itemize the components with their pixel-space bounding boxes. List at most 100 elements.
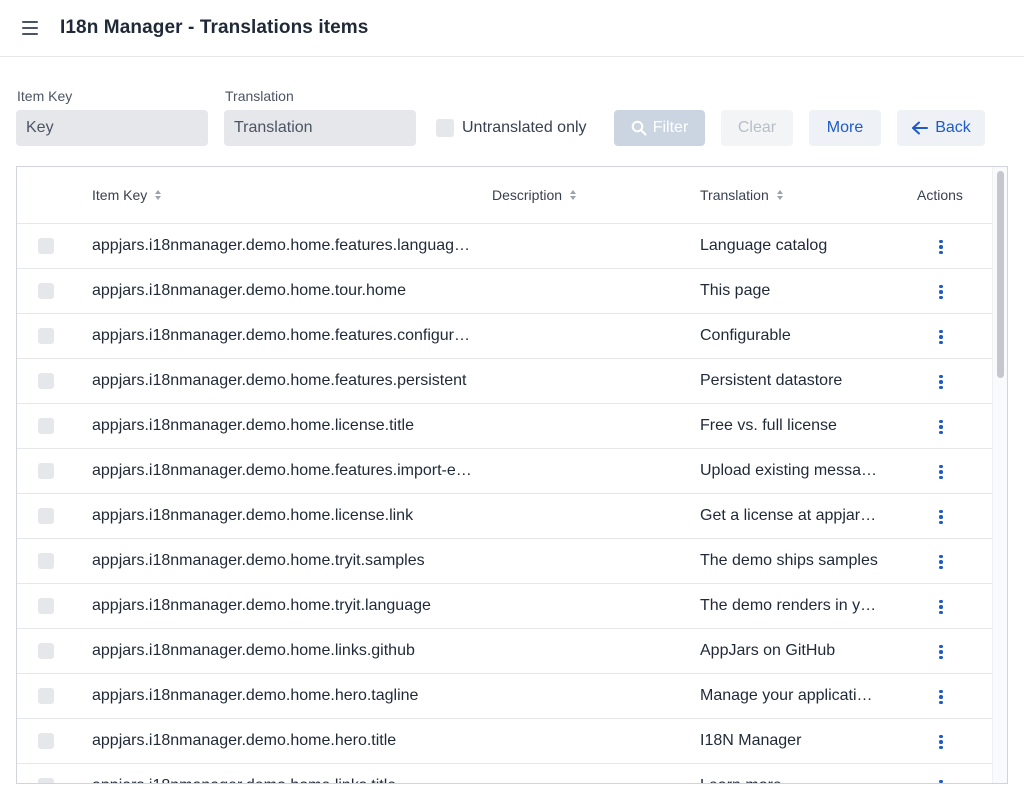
row-translation: The demo renders in your language bbox=[700, 597, 878, 614]
table-row[interactable]: appjars.i18nmanager.demo.home.tryit.lang… bbox=[17, 584, 993, 629]
table-row[interactable]: appjars.i18nmanager.demo.home.links.titl… bbox=[17, 764, 993, 783]
filter-button-label: Filter bbox=[652, 119, 689, 136]
row-item-key: appjars.i18nmanager.demo.home.tour.home bbox=[92, 282, 406, 299]
row-select-checkbox[interactable] bbox=[38, 688, 54, 704]
translation-input[interactable] bbox=[224, 110, 416, 146]
row-actions-icon[interactable] bbox=[933, 282, 949, 302]
row-actions-icon[interactable] bbox=[933, 372, 949, 392]
column-header-translation[interactable]: Translation bbox=[700, 187, 783, 203]
row-item-key: appjars.i18nmanager.demo.home.features.l… bbox=[92, 237, 472, 254]
row-select-checkbox[interactable] bbox=[38, 643, 54, 659]
row-translation: Free vs. full license bbox=[700, 417, 837, 434]
translation-label: Translation bbox=[225, 88, 294, 104]
column-header-actions: Actions bbox=[917, 187, 963, 203]
column-header-translation-label: Translation bbox=[700, 187, 769, 203]
back-button-label: Back bbox=[935, 119, 971, 136]
sort-icon bbox=[570, 190, 577, 200]
row-translation: Configurable bbox=[700, 327, 791, 344]
row-actions-icon[interactable] bbox=[933, 777, 949, 783]
grid-header: Item Key Description Translation Actions bbox=[17, 167, 993, 224]
grid-body: appjars.i18nmanager.demo.home.features.l… bbox=[17, 224, 993, 783]
row-actions-icon[interactable] bbox=[933, 597, 949, 617]
row-actions-icon[interactable] bbox=[933, 552, 949, 572]
more-button[interactable]: More bbox=[809, 110, 881, 146]
column-header-actions-label: Actions bbox=[917, 187, 963, 203]
more-button-label: More bbox=[826, 119, 864, 136]
row-translation: I18N Manager bbox=[700, 732, 802, 749]
row-select-checkbox[interactable] bbox=[38, 238, 54, 254]
sort-icon bbox=[776, 190, 783, 200]
table-row[interactable]: appjars.i18nmanager.demo.home.hero.title… bbox=[17, 719, 993, 764]
row-translation: The demo ships samples bbox=[700, 552, 878, 569]
untranslated-only-checkbox[interactable] bbox=[436, 119, 454, 137]
search-icon bbox=[631, 120, 647, 136]
column-header-item-key-label: Item Key bbox=[92, 187, 148, 203]
row-actions-icon[interactable] bbox=[933, 732, 949, 752]
row-item-key: appjars.i18nmanager.demo.home.tryit.samp… bbox=[92, 552, 425, 569]
translations-grid: Item Key Description Translation Actions… bbox=[16, 166, 1008, 784]
sort-icon bbox=[155, 190, 162, 200]
table-row[interactable]: appjars.i18nmanager.demo.home.features.l… bbox=[17, 224, 993, 269]
hamburger-menu-icon[interactable] bbox=[20, 19, 40, 37]
row-select-checkbox[interactable] bbox=[38, 328, 54, 344]
row-item-key: appjars.i18nmanager.demo.home.hero.title bbox=[92, 732, 397, 749]
row-item-key: appjars.i18nmanager.demo.home.license.ti… bbox=[92, 417, 414, 434]
table-row[interactable]: appjars.i18nmanager.demo.home.license.ti… bbox=[17, 404, 993, 449]
row-select-checkbox[interactable] bbox=[38, 418, 54, 434]
table-row[interactable]: appjars.i18nmanager.demo.home.license.li… bbox=[17, 494, 993, 539]
page-title: I18n Manager - Translations items bbox=[60, 17, 369, 38]
row-translation: Manage your application translations bbox=[700, 687, 878, 704]
row-actions-icon[interactable] bbox=[933, 687, 949, 707]
row-translation: Upload existing messages bbox=[700, 462, 878, 479]
row-select-checkbox[interactable] bbox=[38, 553, 54, 569]
row-select-checkbox[interactable] bbox=[38, 463, 54, 479]
table-row[interactable]: appjars.i18nmanager.demo.home.features.c… bbox=[17, 314, 993, 359]
untranslated-only-label: Untranslated only bbox=[462, 119, 587, 136]
item-key-label: Item Key bbox=[17, 88, 73, 104]
table-row[interactable]: appjars.i18nmanager.demo.home.features.i… bbox=[17, 449, 993, 494]
table-row[interactable]: appjars.i18nmanager.demo.home.links.gith… bbox=[17, 629, 993, 674]
row-actions-icon[interactable] bbox=[933, 327, 949, 347]
row-translation: This page bbox=[700, 282, 771, 299]
row-select-checkbox[interactable] bbox=[38, 508, 54, 524]
arrow-left-icon bbox=[912, 121, 929, 135]
table-row[interactable]: appjars.i18nmanager.demo.home.tour.home T… bbox=[17, 269, 993, 314]
filter-button[interactable]: Filter bbox=[614, 110, 705, 146]
row-select-checkbox[interactable] bbox=[38, 598, 54, 614]
row-actions-icon[interactable] bbox=[933, 507, 949, 527]
grid-scrollbar[interactable] bbox=[992, 167, 1007, 783]
clear-button-label: Clear bbox=[737, 119, 777, 136]
scrollbar-thumb[interactable] bbox=[997, 171, 1004, 378]
row-item-key: appjars.i18nmanager.demo.home.license.li… bbox=[92, 507, 414, 524]
clear-button[interactable]: Clear bbox=[721, 110, 793, 146]
row-translation: AppJars on GitHub bbox=[700, 642, 836, 659]
table-row[interactable]: appjars.i18nmanager.demo.home.hero.tagli… bbox=[17, 674, 993, 719]
row-item-key: appjars.i18nmanager.demo.home.features.i… bbox=[92, 462, 472, 479]
row-select-checkbox[interactable] bbox=[38, 283, 54, 299]
untranslated-only-toggle[interactable]: Untranslated only bbox=[436, 118, 587, 138]
table-row[interactable]: appjars.i18nmanager.demo.home.tryit.samp… bbox=[17, 539, 993, 584]
row-select-checkbox[interactable] bbox=[38, 733, 54, 749]
row-translation: Language catalog bbox=[700, 237, 828, 254]
row-item-key: appjars.i18nmanager.demo.home.features.p… bbox=[92, 372, 467, 389]
row-item-key: appjars.i18nmanager.demo.home.links.gith… bbox=[92, 642, 415, 659]
row-actions-icon[interactable] bbox=[933, 642, 949, 662]
row-translation: Learn more bbox=[700, 777, 878, 783]
row-select-checkbox[interactable] bbox=[38, 778, 54, 783]
row-item-key: appjars.i18nmanager.demo.home.links.titl… bbox=[92, 777, 472, 783]
column-header-item-key[interactable]: Item Key bbox=[92, 187, 162, 203]
row-select-checkbox[interactable] bbox=[38, 373, 54, 389]
column-header-description[interactable]: Description bbox=[492, 187, 577, 203]
row-actions-icon[interactable] bbox=[933, 237, 949, 257]
row-actions-icon[interactable] bbox=[933, 462, 949, 482]
app-header: I18n Manager - Translations items bbox=[0, 0, 1024, 57]
row-item-key: appjars.i18nmanager.demo.home.hero.tagli… bbox=[92, 687, 419, 704]
item-key-input[interactable] bbox=[16, 110, 208, 146]
table-row[interactable]: appjars.i18nmanager.demo.home.features.p… bbox=[17, 359, 993, 404]
row-translation: Persistent datastore bbox=[700, 372, 843, 389]
row-item-key: appjars.i18nmanager.demo.home.features.c… bbox=[92, 327, 472, 344]
row-actions-icon[interactable] bbox=[933, 417, 949, 437]
row-translation: Get a license at appjars.com bbox=[700, 507, 878, 524]
row-item-key: appjars.i18nmanager.demo.home.tryit.lang… bbox=[92, 597, 431, 614]
back-button[interactable]: Back bbox=[897, 110, 985, 146]
